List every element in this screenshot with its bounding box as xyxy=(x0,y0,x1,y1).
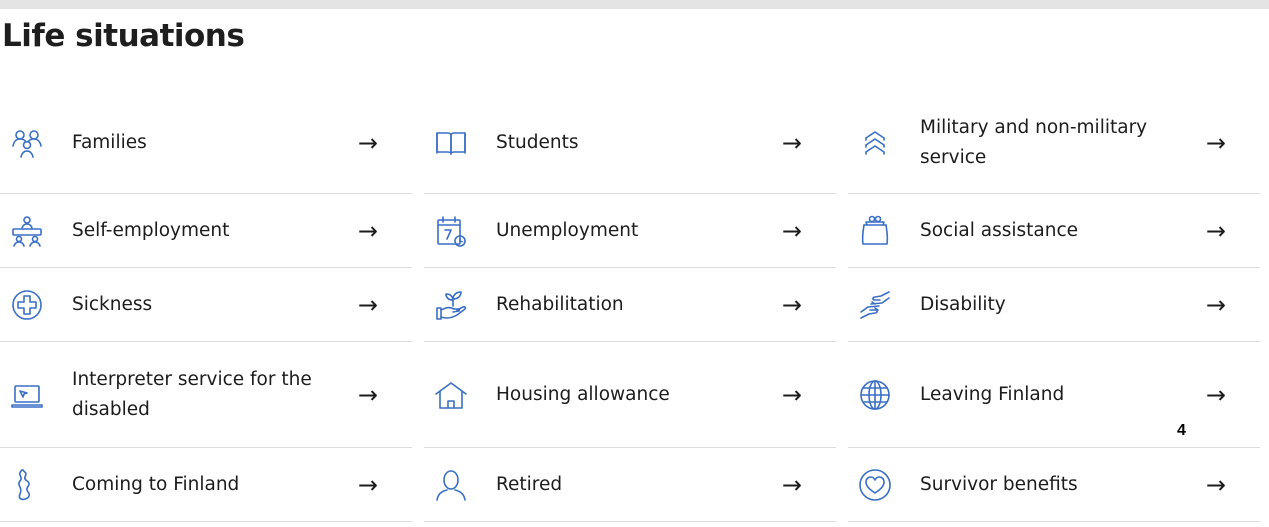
tile-label: Self-employment xyxy=(72,219,230,241)
tile-leaving-finland[interactable]: Leaving Finland → xyxy=(848,342,1260,448)
page-title: Life situations xyxy=(2,18,245,54)
tile-families[interactable]: Families → xyxy=(0,92,412,194)
medical-cross-icon xyxy=(10,288,44,322)
tile-label: Housing allowance xyxy=(496,383,670,405)
tile-label: Retired xyxy=(496,473,563,495)
arrow-right-icon: → xyxy=(357,216,378,245)
heart-circle-icon xyxy=(858,468,892,502)
tile-label: Rehabilitation xyxy=(496,293,624,315)
arrow-right-icon: → xyxy=(1205,380,1226,409)
tile-label: Disability xyxy=(920,293,1006,315)
arrow-right-icon: → xyxy=(1205,470,1226,499)
arrow-right-icon: → xyxy=(357,470,378,499)
finland-map-icon xyxy=(10,468,44,502)
tile-label: Families xyxy=(72,131,147,153)
chevrons-up-icon xyxy=(858,126,892,160)
people-at-desk-icon xyxy=(10,214,44,248)
hand-sprout-icon xyxy=(434,288,468,322)
person-icon xyxy=(434,468,468,502)
tile-military-service[interactable]: Military and non-military service → xyxy=(848,92,1260,194)
arrow-right-icon: → xyxy=(357,128,378,157)
helping-hands-icon xyxy=(858,288,892,322)
tile-disability[interactable]: Disability → xyxy=(848,268,1260,342)
tile-rehabilitation[interactable]: Rehabilitation → xyxy=(424,268,836,342)
arrow-right-icon: → xyxy=(357,380,378,409)
tile-students[interactable]: Students → xyxy=(424,92,836,194)
life-situations-grid: Families → Students → Military and non-m… xyxy=(0,92,1260,522)
tile-retired[interactable]: Retired → xyxy=(424,448,836,522)
arrow-right-icon: → xyxy=(781,128,802,157)
tile-survivor-benefits[interactable]: Survivor benefits → xyxy=(848,448,1260,522)
tile-label: Military and non-military service xyxy=(920,116,1148,168)
tile-housing-allowance[interactable]: Housing allowance → xyxy=(424,342,836,448)
tile-social-assistance[interactable]: Social assistance → xyxy=(848,194,1260,268)
tile-label: Leaving Finland xyxy=(920,383,1065,405)
arrow-right-icon: → xyxy=(781,470,802,499)
arrow-right-icon: → xyxy=(357,290,378,319)
family-icon xyxy=(10,126,44,160)
book-icon xyxy=(434,126,468,160)
house-icon xyxy=(434,378,468,412)
annotation-number: 4 xyxy=(1177,422,1186,439)
globe-icon xyxy=(858,378,892,412)
purse-icon xyxy=(858,214,892,248)
arrow-right-icon: → xyxy=(781,290,802,319)
tile-self-employment[interactable]: Self-employment → xyxy=(0,194,412,268)
top-bar xyxy=(0,0,1269,9)
tile-interpreter-service[interactable]: Interpreter service for the disabled → xyxy=(0,342,412,448)
tile-label: Sickness xyxy=(72,293,153,315)
tile-label: Coming to Finland xyxy=(72,473,240,495)
arrow-right-icon: → xyxy=(781,216,802,245)
arrow-right-icon: → xyxy=(1205,128,1226,157)
arrow-right-icon: → xyxy=(1205,290,1226,319)
tile-label: Interpreter service for the disabled xyxy=(72,368,312,420)
tile-label: Social assistance xyxy=(920,219,1078,241)
tile-unemployment[interactable]: Unemployment → xyxy=(424,194,836,268)
arrow-right-icon: → xyxy=(781,380,802,409)
calendar-clock-icon xyxy=(434,214,468,248)
tile-coming-to-finland[interactable]: Coming to Finland → xyxy=(0,448,412,522)
tile-label: Students xyxy=(496,131,579,153)
arrow-right-icon: → xyxy=(1205,216,1226,245)
tile-label: Survivor benefits xyxy=(920,473,1078,495)
laptop-icon xyxy=(10,378,44,412)
tile-label: Unemployment xyxy=(496,219,639,241)
tile-sickness[interactable]: Sickness → xyxy=(0,268,412,342)
